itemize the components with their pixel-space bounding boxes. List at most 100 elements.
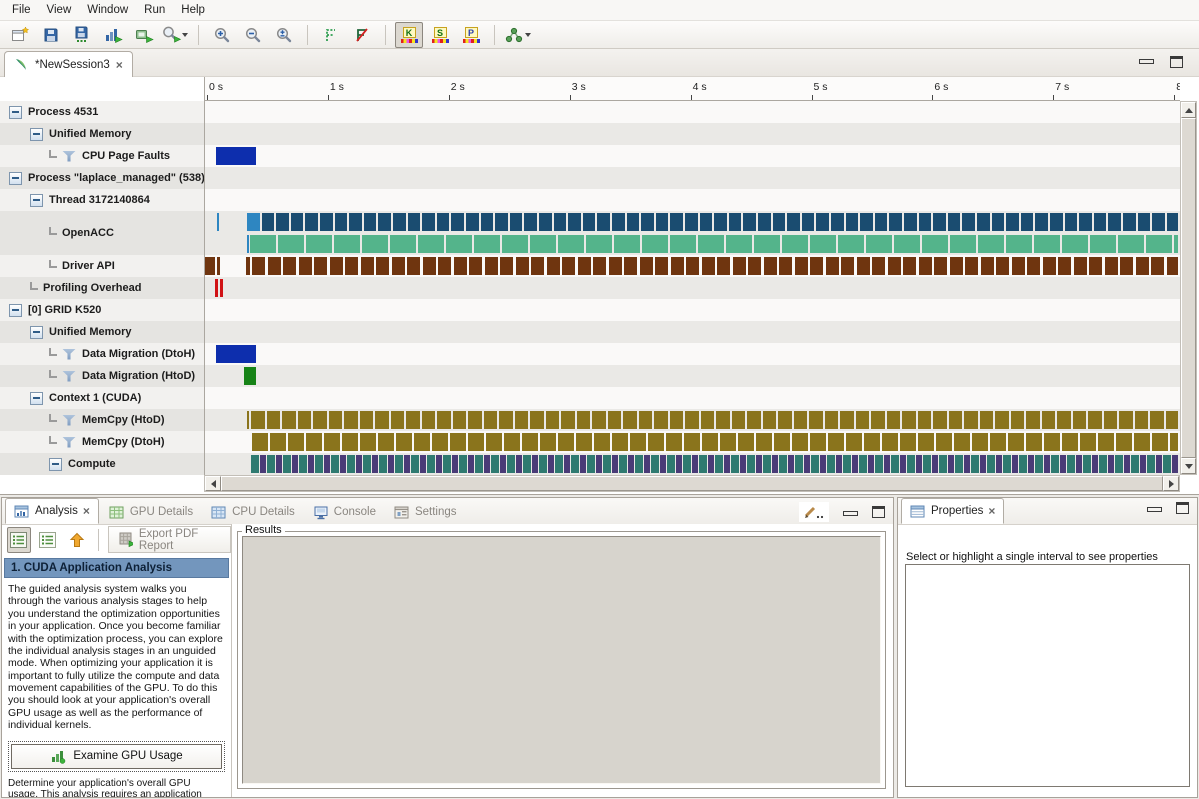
timeline-interval[interactable] [474, 235, 500, 253]
timeline-interval[interactable] [708, 455, 714, 473]
timeline-interval[interactable] [933, 213, 946, 231]
timeline-interval[interactable] [856, 411, 870, 429]
timeline-interval[interactable] [933, 411, 947, 429]
timeline-interval[interactable] [1138, 213, 1151, 231]
timeline-interval[interactable] [1067, 455, 1075, 473]
horizontal-scrollbar-thumb[interactable] [221, 476, 1163, 491]
timeline-interval[interactable] [764, 257, 777, 275]
timeline-interval[interactable] [656, 213, 669, 231]
timeline-interval[interactable] [978, 235, 1004, 253]
timeline-interval[interactable] [1011, 411, 1025, 429]
timeline-interval[interactable] [267, 455, 275, 473]
timeline-interval[interactable] [523, 455, 531, 473]
timeline-interval[interactable] [395, 455, 403, 473]
session-tab[interactable]: *NewSession3 × [4, 51, 133, 77]
timeline-interval[interactable] [251, 411, 265, 429]
timeline-interval[interactable] [936, 433, 952, 451]
timeline-interval[interactable] [247, 235, 249, 253]
timeline-interval[interactable] [641, 213, 654, 231]
timeline-interval[interactable] [1167, 213, 1178, 231]
timeline-interval[interactable] [1118, 235, 1144, 253]
timeline-interval[interactable] [612, 433, 628, 451]
timeline-interval[interactable] [683, 455, 691, 473]
timeline-interval[interactable] [251, 455, 259, 473]
timeline-interval[interactable] [884, 455, 890, 473]
timeline-interval[interactable] [1026, 433, 1042, 451]
timeline-interval[interactable] [1079, 213, 1092, 231]
timeline-interval[interactable] [347, 455, 355, 473]
timeline-interval[interactable] [306, 235, 332, 253]
timeline-interval[interactable] [1050, 213, 1063, 231]
timeline-interval[interactable] [1090, 235, 1116, 253]
timeline-interval[interactable] [1006, 213, 1019, 231]
timeline-interval[interactable] [756, 455, 762, 473]
zoom-in-button[interactable] [208, 22, 236, 48]
timeline-interval[interactable] [539, 455, 547, 473]
timeline-interval[interactable] [922, 235, 948, 253]
timeline-interval[interactable] [763, 411, 777, 429]
timeline-interval[interactable] [977, 213, 990, 231]
timeline-interval[interactable] [485, 257, 498, 275]
timeline-interval[interactable] [577, 411, 591, 429]
timeline-interval[interactable] [900, 433, 916, 451]
timeline-interval[interactable] [715, 455, 723, 473]
timeline-interval[interactable] [700, 213, 713, 231]
timeline-interval[interactable] [554, 213, 567, 231]
timeline-interval[interactable] [676, 455, 682, 473]
timeline-interval[interactable] [306, 433, 322, 451]
tab-gpu-details[interactable]: GPU Details [101, 500, 201, 524]
timeline-interval[interactable] [404, 455, 410, 473]
timeline-row-label[interactable]: Process 4531 [0, 101, 204, 123]
timeline-interval[interactable] [247, 213, 260, 231]
timeline-interval[interactable] [811, 455, 819, 473]
timeline-interval[interactable] [1003, 455, 1011, 473]
timeline-interval[interactable] [685, 411, 699, 429]
save-session-button[interactable] [37, 22, 65, 48]
timeline-interval[interactable] [891, 455, 899, 473]
timeline-interval[interactable] [758, 213, 771, 231]
timeline-track[interactable] [205, 167, 1180, 189]
timeline-interval[interactable] [950, 257, 963, 275]
timeline-interval[interactable] [603, 455, 611, 473]
timeline-interval[interactable] [692, 455, 698, 473]
timeline-interval[interactable] [651, 455, 659, 473]
timeline-row-label[interactable]: Thread 3172140864 [0, 189, 204, 211]
timeline-interval[interactable] [592, 411, 606, 429]
timeline-interval[interactable] [391, 411, 405, 429]
timeline-interval[interactable] [810, 235, 836, 253]
timeline-track[interactable] [205, 299, 1180, 321]
timeline-interval[interactable] [268, 257, 281, 275]
timeline-interval[interactable] [654, 411, 668, 429]
timeline-track[interactable] [205, 211, 1180, 255]
timeline-interval[interactable] [362, 235, 388, 253]
timeline-track[interactable] [205, 365, 1180, 387]
timeline-interval[interactable] [1156, 455, 1162, 473]
timeline-interval[interactable] [378, 213, 391, 231]
timeline-interval[interactable] [860, 213, 873, 231]
timeline-track[interactable] [205, 453, 1180, 475]
timeline-row-label[interactable]: [0] GRID K520 [0, 299, 204, 321]
timeline-interval[interactable] [1006, 235, 1032, 253]
timeline-interval[interactable] [964, 455, 970, 473]
timeline-interval[interactable] [738, 433, 754, 451]
timeline-interval[interactable] [889, 213, 902, 231]
unguided-analysis-button[interactable] [36, 527, 60, 553]
timeline-row-label[interactable]: Driver API [0, 255, 204, 277]
timeline-interval[interactable] [393, 213, 406, 231]
export-pdf-report-button[interactable]: Export PDF Report [108, 526, 231, 553]
view-menu-button[interactable] [799, 502, 829, 522]
timeline-interval[interactable] [216, 345, 256, 363]
timeline-interval[interactable] [698, 235, 724, 253]
zoom-fit-button[interactable] [270, 22, 298, 48]
timeline-row-label[interactable]: MemCpy (HtoD) [0, 409, 204, 431]
timeline-interval[interactable] [453, 411, 467, 429]
timeline-interval[interactable] [1172, 455, 1178, 473]
timeline-interval[interactable] [292, 455, 298, 473]
filter-icon[interactable] [62, 371, 76, 382]
timeline-interval[interactable] [1104, 411, 1118, 429]
timeline-interval[interactable] [282, 411, 296, 429]
process-colors-button[interactable]: P [457, 22, 485, 48]
timeline-interval[interactable] [820, 455, 826, 473]
kernel-colors-button[interactable]: K [395, 22, 423, 48]
timeline-interval[interactable] [407, 257, 420, 275]
